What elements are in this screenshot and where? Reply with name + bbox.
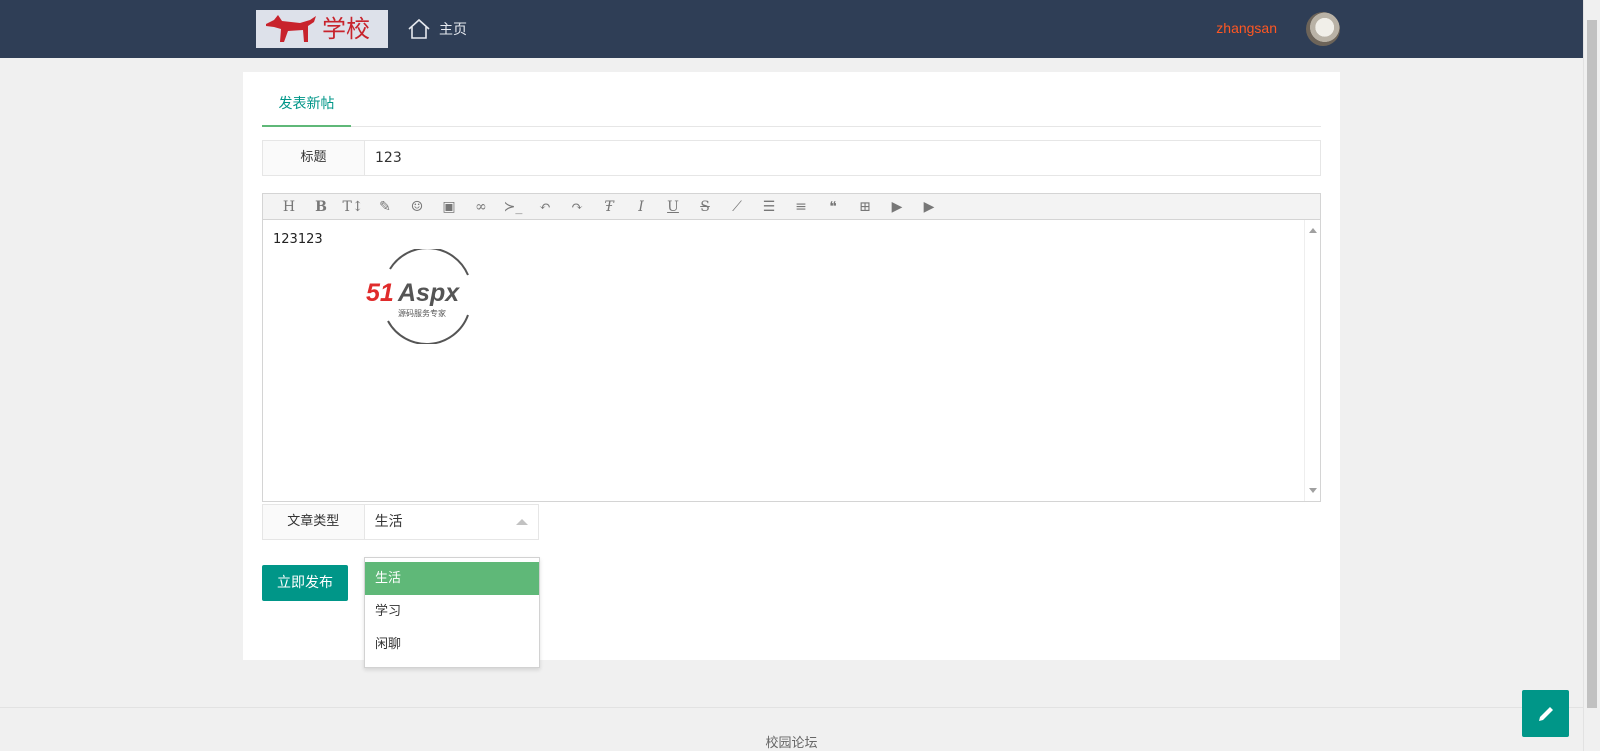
align-icon[interactable]: ≡ — [785, 199, 817, 215]
type-label: 文章类型 — [263, 505, 365, 539]
scroll-up-arrow-icon[interactable] — [1309, 228, 1317, 233]
video-icon[interactable]: ▶ — [913, 199, 945, 215]
option-life[interactable]: 生活 — [365, 562, 539, 595]
text-size-icon[interactable]: T↕ — [337, 199, 369, 215]
write-post-button[interactable] — [1522, 690, 1569, 737]
heading-icon[interactable]: H — [273, 199, 305, 215]
code-icon[interactable]: ≻_ — [497, 199, 529, 215]
rich-text-editor: H B T↕ ✎ ☺ ▣ ∞ ≻_ ↶ ↷ Ŧ I U S ⟋ ☰ ≡ ❝ ⊞ … — [262, 193, 1321, 502]
svg-text:51: 51 — [366, 279, 394, 307]
table-icon[interactable]: ⊞ — [849, 199, 881, 215]
avatar[interactable] — [1306, 12, 1340, 46]
footer-text: 校园论坛 — [765, 736, 818, 751]
home-link[interactable]: 主页 — [407, 17, 467, 41]
editor-scrollbar[interactable] — [1304, 220, 1320, 501]
logo-text: 学校 — [322, 15, 370, 43]
redo-icon[interactable]: ↷ — [561, 199, 593, 215]
type-dropdown: 生活 学习 闲聊 — [364, 557, 540, 668]
caret-up-icon — [516, 519, 528, 525]
list-icon[interactable]: ☰ — [753, 199, 785, 215]
type-row: 文章类型 生活 — [262, 504, 539, 540]
watermark-logo: 51 Aspx 源码服务专家 — [366, 249, 469, 344]
option-chat[interactable]: 闲聊 — [365, 628, 539, 661]
svg-text:源码服务专家: 源码服务专家 — [398, 308, 446, 318]
undo-icon[interactable]: ↶ — [529, 199, 561, 215]
scrollbar-thumb[interactable] — [1587, 20, 1597, 708]
svg-text:Aspx: Aspx — [397, 279, 460, 307]
video-icon[interactable]: ▶ — [881, 199, 913, 215]
page-scrollbar[interactable] — [1583, 0, 1600, 751]
brush-icon[interactable]: ⟋ — [721, 199, 753, 215]
home-icon — [408, 18, 430, 39]
title-label: 标题 — [263, 141, 365, 175]
dog-logo-icon — [266, 15, 316, 42]
type-select[interactable]: 生活 — [364, 505, 538, 539]
post-form-card: 发表新帖 标题 123 H B T↕ ✎ ☺ ▣ ∞ ≻_ ↶ ↷ Ŧ I U … — [243, 72, 1340, 668]
italic-icon[interactable]: I — [625, 199, 657, 215]
top-nav-bar: 学校 主页 zhangsan — [0, 0, 1583, 58]
editor-text[interactable]: 123123 — [273, 232, 323, 247]
publish-button[interactable]: 立即发布 — [262, 565, 348, 601]
image-icon[interactable]: ▣ — [433, 199, 465, 215]
username-link[interactable]: zhangsan — [1216, 20, 1277, 36]
type-select-value: 生活 — [374, 514, 403, 530]
title-row: 标题 123 — [262, 140, 1321, 176]
editor-toolbar: H B T↕ ✎ ☺ ▣ ∞ ≻_ ↶ ↷ Ŧ I U S ⟋ ☰ ≡ ❝ ⊞ … — [263, 194, 1320, 220]
tab-new-post[interactable]: 发表新帖 — [262, 92, 351, 127]
bold-icon[interactable]: B — [305, 199, 337, 215]
link-icon[interactable]: ∞ — [465, 199, 497, 215]
tab-bar: 发表新帖 — [262, 92, 1321, 127]
pencil-icon — [1538, 706, 1553, 721]
scroll-down-arrow-icon[interactable] — [1309, 488, 1317, 493]
site-logo[interactable]: 学校 — [256, 10, 388, 48]
emoji-icon[interactable]: ☺ — [401, 199, 433, 215]
title-input[interactable]: 123 — [365, 141, 402, 175]
home-label: 主页 — [439, 22, 467, 38]
pencil-icon[interactable]: ✎ — [369, 199, 401, 215]
font-icon[interactable]: Ŧ — [593, 199, 625, 215]
footer-divider — [0, 707, 1583, 708]
quote-icon[interactable]: ❝ — [817, 199, 849, 215]
strikethrough-icon[interactable]: S — [689, 199, 721, 215]
option-study[interactable]: 学习 — [365, 595, 539, 628]
underline-icon[interactable]: U — [657, 199, 689, 215]
